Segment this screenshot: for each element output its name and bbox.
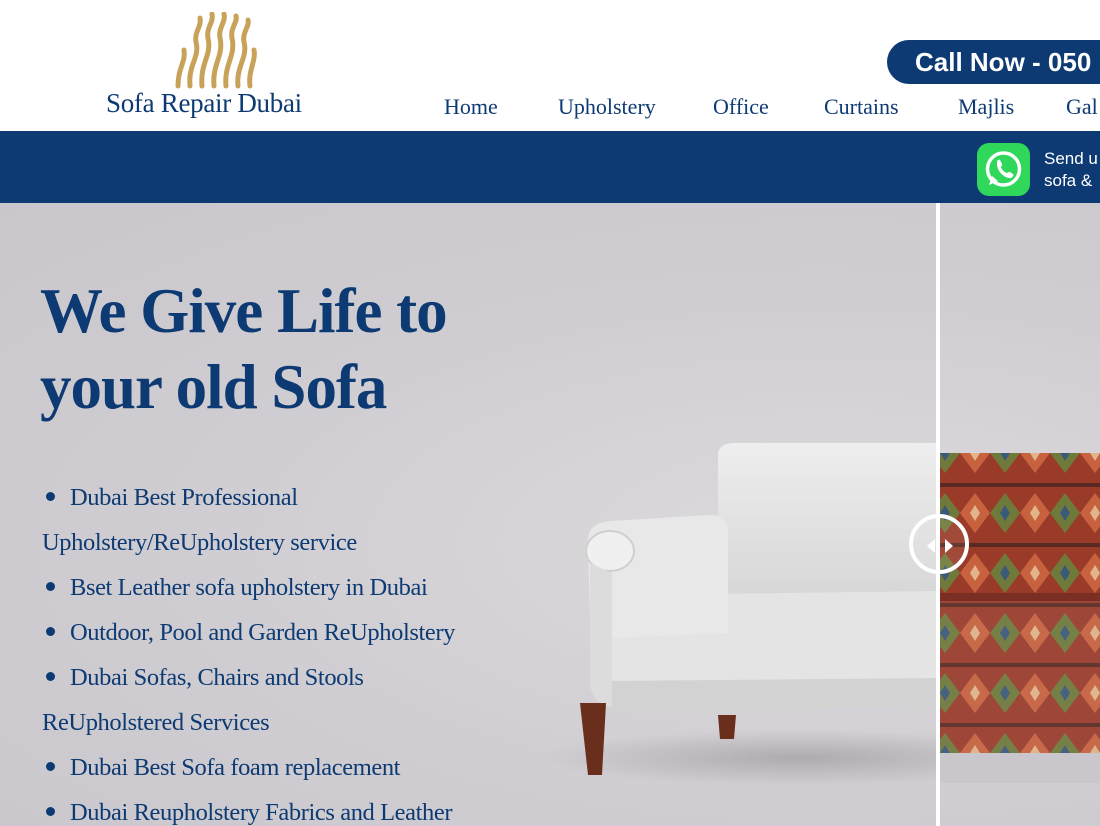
nav-item-majlis[interactable]: Majlis xyxy=(958,94,1014,120)
whatsapp-icon[interactable] xyxy=(977,143,1030,196)
nav-item-curtains[interactable]: Curtains xyxy=(824,94,899,120)
feature-item: Outdoor, Pool and Garden ReUpholstery xyxy=(42,610,455,655)
arrow-right-icon xyxy=(945,539,953,553)
feature-text: Outdoor, Pool and Garden ReUpholstery xyxy=(70,619,456,646)
hero-headline-line2: your old Sofa xyxy=(40,352,387,422)
hero-headline: We Give Life to your old Sofa xyxy=(40,273,448,425)
feature-item-continued: ReUpholstered Services xyxy=(42,700,455,745)
feature-item: Dubai Sofas, Chairs and Stools xyxy=(42,655,455,700)
whatsapp-message-line2: sofa & xyxy=(1044,171,1093,190)
feature-item: Dubai Best Sofa foam replacement xyxy=(42,745,455,790)
compare-handle[interactable] xyxy=(909,514,969,574)
bullet-icon xyxy=(46,491,55,501)
logo-mark-icon xyxy=(175,12,257,89)
feature-text: ReUpholstered Services xyxy=(42,709,270,736)
bullet-icon xyxy=(46,671,55,681)
feature-item: Dubai Reupholstery Fabrics and Leather xyxy=(42,790,455,826)
sofa-before-after-image xyxy=(540,443,1100,786)
feature-text: Dubai Best Professional xyxy=(70,484,298,511)
feature-list: Dubai Best Professional Upholstery/ReUph… xyxy=(42,475,455,826)
feature-item-continued: Upholstery/ReUpholstery service xyxy=(42,520,455,565)
arrow-left-icon xyxy=(927,539,935,553)
whatsapp-bar: Send u sofa & xyxy=(0,131,1100,203)
nav-item-gallery[interactable]: Gal xyxy=(1066,94,1098,120)
bullet-icon xyxy=(46,761,55,771)
feature-item: Dubai Best Professional xyxy=(42,475,455,520)
bullet-icon xyxy=(46,626,55,636)
nav-item-upholstery[interactable]: Upholstery xyxy=(558,94,656,120)
nav-item-office[interactable]: Office xyxy=(713,94,769,120)
whatsapp-message-line1: Send u xyxy=(1044,149,1098,168)
feature-text: Upholstery/ReUpholstery service xyxy=(42,529,357,556)
feature-text: Dubai Reupholstery Fabrics and Leather xyxy=(70,799,453,826)
feature-item: Bset Leather sofa upholstery in Dubai xyxy=(42,565,455,610)
whatsapp-message[interactable]: Send u sofa & xyxy=(1044,148,1098,192)
feature-text: Dubai Sofas, Chairs and Stools xyxy=(70,664,364,691)
feature-text: Dubai Best Sofa foam replacement xyxy=(70,754,401,781)
bullet-icon xyxy=(46,806,55,816)
bullet-icon xyxy=(46,581,55,591)
hero-section: We Give Life to your old Sofa Dubai Best… xyxy=(0,203,1100,826)
hero-headline-line1: We Give Life to xyxy=(40,276,448,346)
main-nav: Home Upholstery Office Curtains Majlis G… xyxy=(0,94,1100,124)
call-now-button[interactable]: Call Now - 050 xyxy=(887,40,1100,84)
feature-text: Bset Leather sofa upholstery in Dubai xyxy=(70,574,428,601)
nav-item-home[interactable]: Home xyxy=(444,94,498,120)
site-header: Sofa Repair Dubai Call Now - 050 Home Up… xyxy=(0,0,1100,131)
